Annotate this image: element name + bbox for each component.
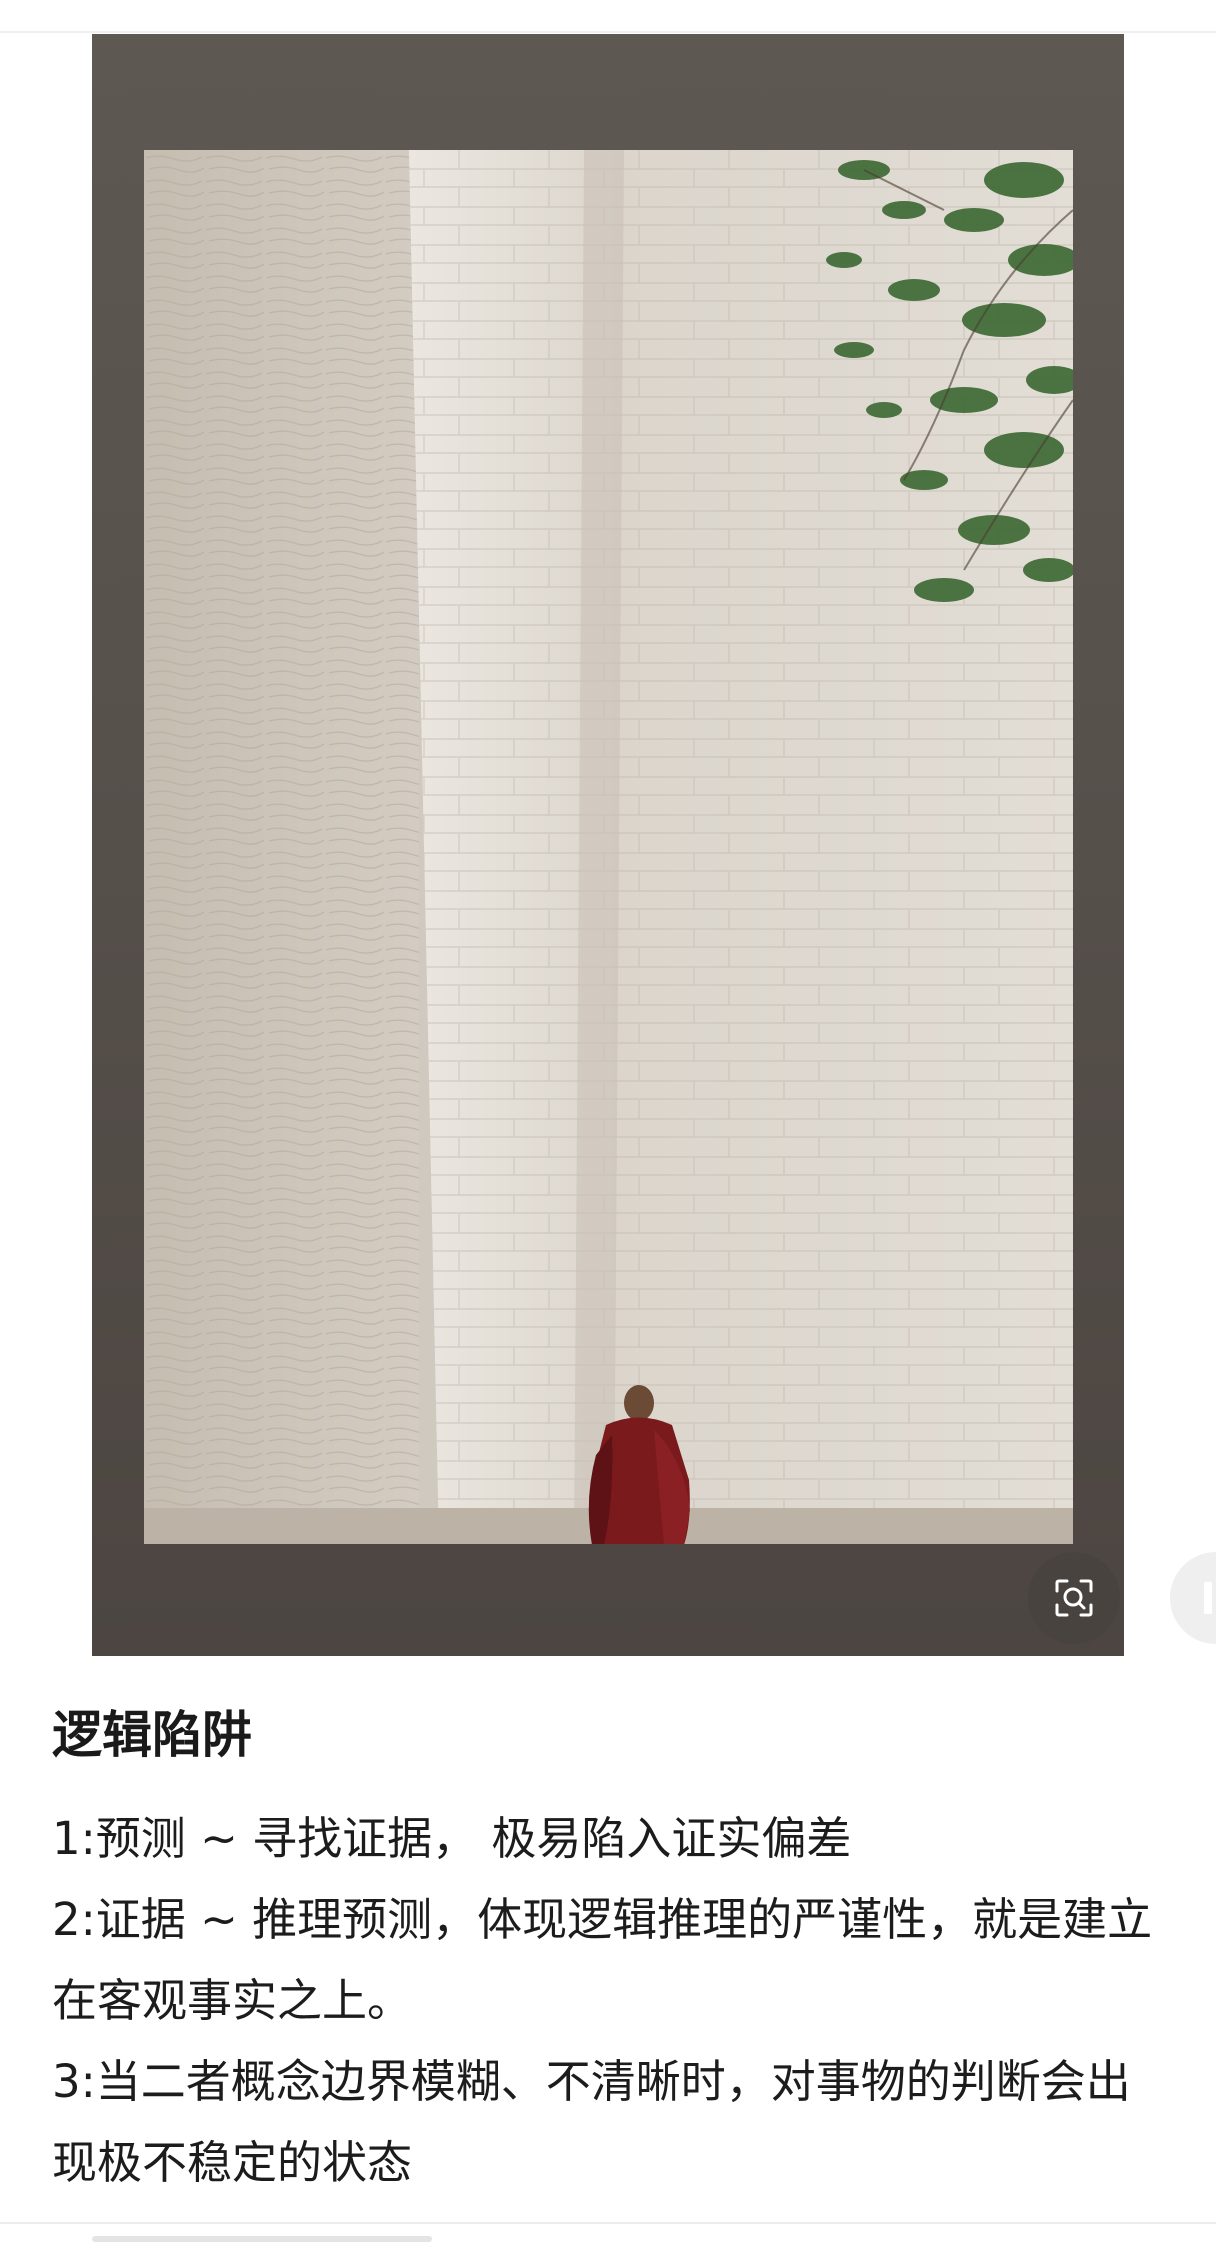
post-image[interactable] (92, 34, 1216, 1656)
photo-illustration (144, 150, 1073, 1544)
post-paragraph-3: 3:当二者概念边界模糊、不清晰时，对事物的判断会出现极不稳定的状态 (52, 2055, 1131, 2189)
next-content-stub (92, 2236, 432, 2242)
post-text: 逻辑陷阱 1:预测 ~ 寻找证据， 极易陷入证实偏差 2:证据 ~ 推理预测，体… (52, 1700, 1172, 2203)
image-search-button[interactable] (1028, 1552, 1120, 1644)
page: 逻辑陷阱 1:预测 ~ 寻找证据， 极易陷入证实偏差 2:证据 ~ 推理预测，体… (0, 0, 1216, 2248)
post-title: 逻辑陷阱 (52, 1706, 252, 1764)
post-paragraph-2: 2:证据 ~ 推理预测，体现逻辑推理的严谨性，就是建立在客观事实之上。 (52, 1893, 1153, 2027)
pause-icon (1204, 1582, 1212, 1614)
monk-wall-photo (144, 150, 1073, 1544)
image-search-icon (1055, 1579, 1093, 1617)
post-paragraph-1: 1:预测 ~ 寻找证据， 极易陷入证实偏差 (52, 1812, 852, 1865)
bottom-divider (0, 2222, 1216, 2224)
post-body: 1:预测 ~ 寻找证据， 极易陷入证实偏差 2:证据 ~ 推理预测，体现逻辑推理… (52, 1798, 1172, 2203)
pause-button[interactable] (1170, 1552, 1216, 1644)
top-divider (0, 31, 1216, 33)
